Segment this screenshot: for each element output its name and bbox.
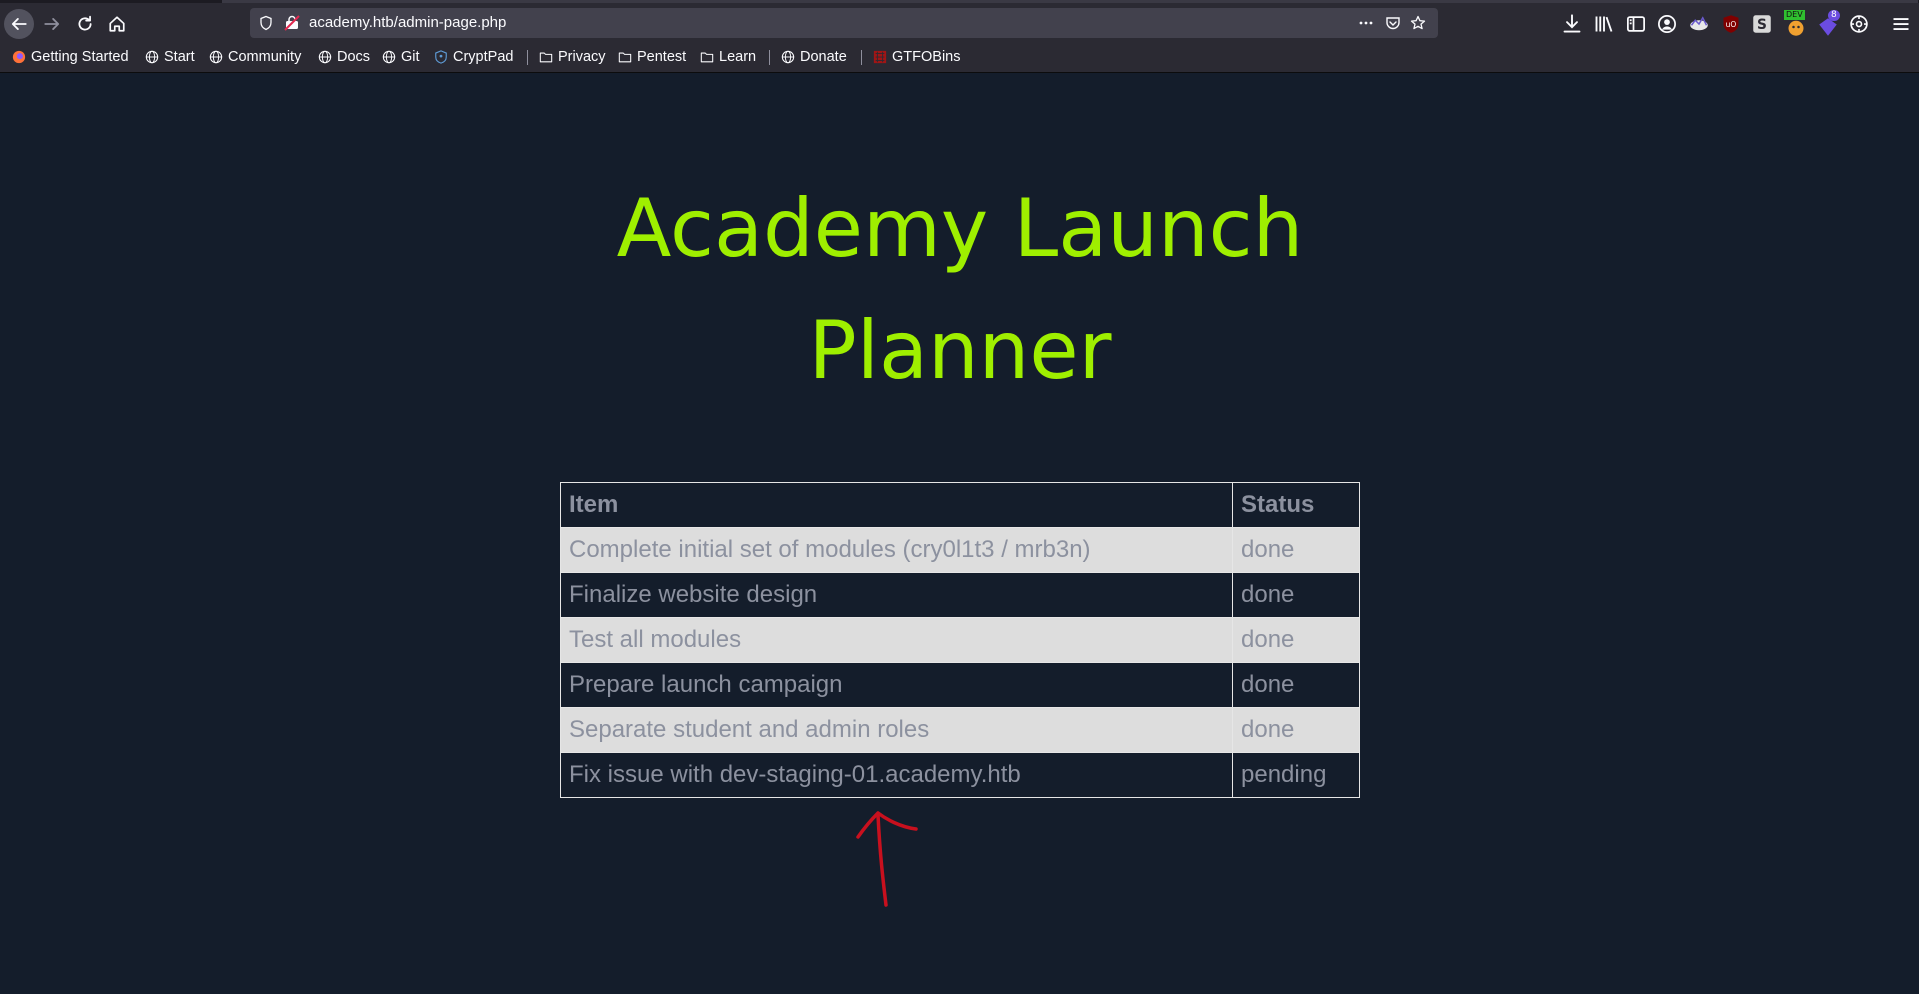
bookmark-label: Git — [401, 48, 420, 65]
globe-icon — [382, 50, 396, 63]
extension-badge-button[interactable]: 8 — [1816, 10, 1842, 37]
table-row: Complete initial set of modules (cry0l1t… — [560, 527, 1360, 573]
bookmark-label: GTFOBins — [892, 48, 961, 65]
home-button[interactable] — [102, 9, 132, 39]
item-cell: Finalize website design — [560, 572, 1233, 618]
folder-icon — [618, 52, 632, 62]
bookmark-community[interactable]: Community — [209, 43, 301, 70]
forward-arrow-icon — [44, 18, 60, 30]
item-cell: Prepare launch campaign — [560, 662, 1233, 708]
menu-icon[interactable] — [1891, 14, 1911, 34]
site-identity-icon[interactable] — [284, 15, 300, 31]
svg-text:uO: uO — [1726, 20, 1737, 29]
download-icon[interactable] — [1562, 14, 1582, 34]
status-cell: done — [1232, 617, 1360, 663]
cryptpad-icon — [435, 49, 447, 64]
table-row: Finalize website design done — [560, 572, 1360, 618]
tab-strip — [222, 0, 1918, 3]
sidebar-icon[interactable] — [1626, 14, 1646, 34]
bookmark-donate[interactable]: Donate — [781, 43, 847, 70]
status-cell: done — [1232, 707, 1360, 753]
back-button[interactable] — [4, 9, 34, 39]
globe-icon — [209, 50, 223, 63]
bookmark-folder-pentest[interactable]: Pentest — [618, 43, 686, 70]
firefox-icon — [12, 50, 26, 63]
reload-icon — [78, 15, 92, 31]
url-bar[interactable]: academy.htb/admin-page.php — [250, 8, 1438, 38]
bookmark-separator — [861, 50, 862, 65]
annotation-arrow-icon — [856, 811, 918, 907]
bookmark-star-icon[interactable] — [1410, 15, 1426, 31]
column-header-status: Status — [1232, 482, 1360, 528]
table-row: Test all modules done — [560, 617, 1360, 663]
bookmark-getting-started[interactable]: Getting Started — [12, 43, 129, 70]
bookmark-start[interactable]: Start — [145, 43, 195, 70]
bookmark-label: Getting Started — [31, 48, 129, 65]
forward-button[interactable] — [37, 9, 67, 39]
bookmark-cryptpad[interactable]: CryptPad — [434, 43, 513, 70]
home-icon — [109, 16, 125, 32]
reload-button[interactable] — [70, 9, 100, 39]
item-cell: Complete initial set of modules (cry0l1t… — [560, 527, 1233, 573]
url-text[interactable]: academy.htb/admin-page.php — [309, 8, 506, 38]
status-cell: done — [1232, 662, 1360, 708]
globe-icon — [145, 50, 159, 63]
bookmark-label: Donate — [800, 48, 847, 65]
extension-badge-count: 8 — [1828, 10, 1840, 21]
bookmark-separator — [769, 50, 770, 65]
extension-dev-icon — [1788, 20, 1804, 36]
item-cell: Separate student and admin roles — [560, 707, 1233, 753]
bookmark-label: Start — [164, 48, 195, 65]
status-cell: done — [1232, 572, 1360, 618]
table-header-row: Item Status — [560, 482, 1360, 528]
bookmark-folder-privacy[interactable]: Privacy — [539, 43, 606, 70]
table-row: Prepare launch campaign done — [560, 662, 1360, 708]
bookmark-label: Pentest — [637, 48, 687, 65]
page-title: Academy Launch Planner — [616, 182, 1304, 397]
library-icon[interactable] — [1594, 14, 1614, 34]
bookmark-label: Community — [228, 48, 302, 65]
extension-icon[interactable] — [1689, 14, 1709, 34]
settings-icon[interactable] — [1849, 14, 1869, 34]
account-icon[interactable] — [1657, 14, 1677, 34]
bookmark-label: CryptPad — [453, 48, 514, 65]
status-cell: done — [1232, 527, 1360, 573]
item-cell: Fix issue with dev-staging-01.academy.ht… — [560, 752, 1233, 798]
shield-icon[interactable] — [258, 15, 274, 31]
extension-s-icon[interactable]: S — [1752, 14, 1772, 34]
bookmark-label: Privacy — [558, 48, 606, 65]
launch-planner-table: Item Status Complete initial set of modu… — [560, 482, 1360, 798]
bookmark-label: Learn — [719, 48, 757, 65]
bookmark-gtfobins[interactable]: GTFOBins — [873, 43, 960, 70]
folder-icon — [539, 52, 553, 62]
gtfobins-icon — [873, 50, 887, 63]
item-cell: Test all modules — [560, 617, 1233, 663]
bookmarks-toolbar: Getting Started Start Community Docs Git… — [0, 43, 1919, 73]
back-arrow-icon — [11, 18, 27, 30]
bookmark-separator — [527, 50, 528, 65]
browser-toolbar: academy.htb/admin-page.php uO S DEV 8 — [0, 0, 1919, 43]
folder-icon — [700, 52, 714, 62]
bookmark-label: Docs — [337, 48, 371, 65]
bookmark-git[interactable]: Git — [382, 43, 420, 70]
table-row: Separate student and admin roles done — [560, 707, 1360, 753]
bookmark-folder-learn[interactable]: Learn — [700, 43, 756, 70]
more-dots-icon[interactable] — [1358, 15, 1374, 31]
svg-text:S: S — [1757, 17, 1767, 33]
table-row: Fix issue with dev-staging-01.academy.ht… — [560, 752, 1360, 798]
status-cell: pending — [1232, 752, 1360, 798]
pocket-icon[interactable] — [1385, 15, 1401, 31]
extension-dev-label: DEV — [1784, 10, 1805, 20]
bookmark-docs[interactable]: Docs — [318, 43, 370, 70]
globe-icon — [318, 50, 332, 63]
column-header-item: Item — [560, 482, 1233, 528]
extension-dev-button[interactable]: DEV — [1784, 10, 1808, 37]
ublock-icon[interactable]: uO — [1721, 14, 1741, 34]
globe-icon — [781, 50, 795, 63]
